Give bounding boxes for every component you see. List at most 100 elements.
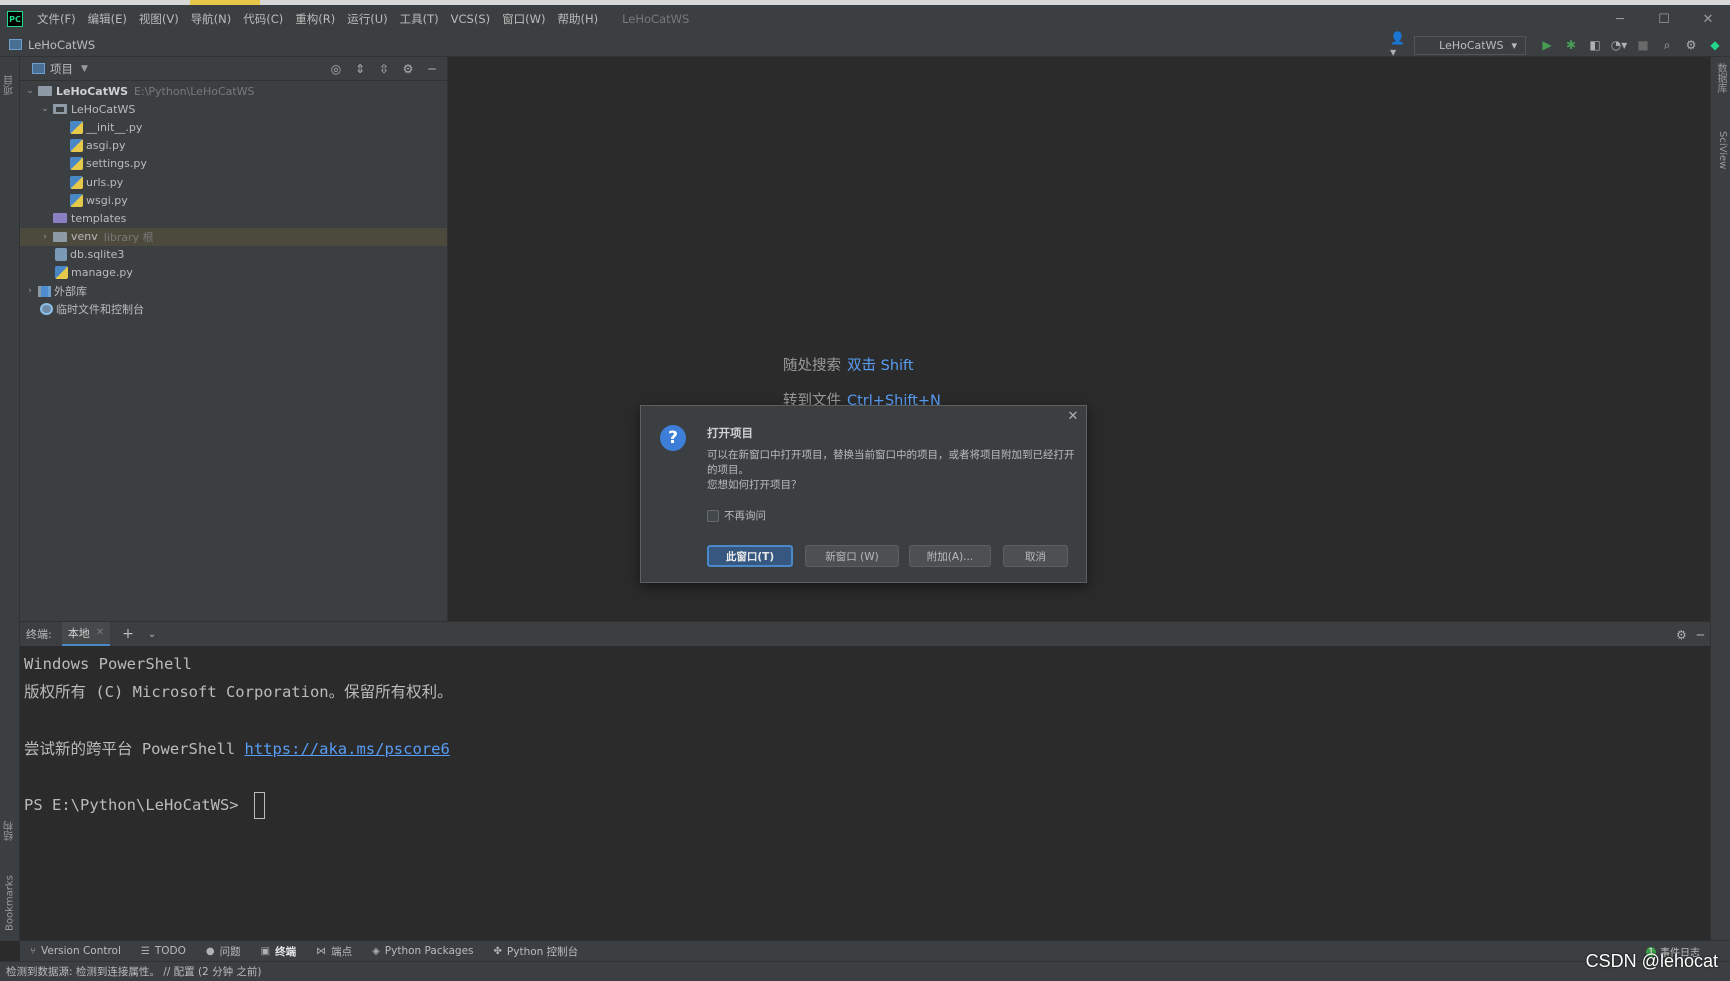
chevron-right-icon[interactable]: ›: [39, 232, 51, 242]
terminal-cursor: [253, 791, 265, 819]
menu-refactor[interactable]: 重构(R): [289, 11, 341, 27]
tree-item-path: E:\Python\LeHoCatWS: [134, 84, 255, 98]
todo-button[interactable]: ☰ TODO: [131, 945, 196, 957]
project-tool-button[interactable]: 项目: [2, 59, 18, 95]
chevron-down-icon[interactable]: ⌄: [24, 86, 36, 96]
chevron-down-icon[interactable]: ⌄: [148, 629, 156, 640]
tree-item-label: 外部库: [54, 285, 87, 299]
python-file-icon: [70, 157, 83, 171]
menu-tools[interactable]: 工具(T): [394, 11, 445, 27]
jetbrains-logo-icon[interactable]: ◆: [1706, 36, 1724, 54]
debug-icon[interactable]: ✱: [1562, 36, 1580, 54]
run-toolbar: 👤▾ LeHoCatWS ▾ ▶ ✱ ◧ ◔▾ ■ ⌕ ⚙ ◆: [1390, 31, 1724, 59]
tree-item-venv[interactable]: › venv library 根: [20, 227, 447, 246]
close-window-icon[interactable]: ✕: [1686, 5, 1730, 33]
run-config-select[interactable]: LeHoCatWS ▾: [1414, 35, 1526, 55]
tool-label: Python Packages: [384, 945, 474, 957]
stop-icon[interactable]: ■: [1634, 36, 1652, 54]
problems-button[interactable]: ● 问题: [196, 944, 251, 959]
coverage-icon[interactable]: ◧: [1586, 36, 1604, 54]
dont-ask-again-checkbox[interactable]: 不再询问: [707, 508, 766, 523]
menu-navigate[interactable]: 导航(N): [185, 11, 238, 27]
close-tab-icon[interactable]: ✕: [96, 627, 104, 638]
open-project-dialog: ✕ ? 打开项目 可以在新窗口中打开项目，替换当前窗口中的项目，或者将项目附加到…: [640, 405, 1087, 583]
tree-item-label: db.sqlite3: [70, 248, 125, 262]
menu-run[interactable]: 运行(U): [341, 11, 393, 27]
maximize-icon[interactable]: ☐: [1642, 5, 1686, 33]
chevron-down-icon[interactable]: ▼: [81, 64, 88, 74]
this-window-button[interactable]: 此窗口(T): [707, 545, 793, 567]
checkbox-box[interactable]: [707, 509, 719, 522]
tree-item-label: asgi.py: [86, 139, 126, 153]
hide-icon[interactable]: ─: [1697, 628, 1704, 642]
terminal-output[interactable]: Windows PowerShell 版权所有 (C) Microsoft Co…: [20, 646, 1710, 941]
minimize-icon[interactable]: ─: [1598, 5, 1642, 33]
tree-item-label: manage.py: [71, 266, 133, 280]
tree-item-file[interactable]: __init__.py: [20, 118, 447, 136]
tree-item-file[interactable]: db.sqlite3: [20, 246, 447, 264]
tab-local[interactable]: 本地 ✕: [61, 621, 111, 647]
collapse-all-icon[interactable]: ⇳: [375, 62, 393, 76]
settings-icon[interactable]: ⚙: [1682, 36, 1700, 54]
watermark: CSDN @lehocat: [1585, 951, 1718, 971]
add-icon[interactable]: +: [122, 626, 134, 642]
tree-item-file[interactable]: urls.py: [20, 173, 447, 191]
gear-icon[interactable]: ⚙: [399, 62, 417, 76]
tool-window-bar: ⑂ Version Control ☰ TODO ● 问题 ▣ 终端 ⋈ 端点 ◈ Pyth…: [20, 940, 1730, 961]
close-icon[interactable]: ✕: [1066, 410, 1080, 424]
bookmarks-tool-button[interactable]: Bookmarks: [2, 857, 18, 931]
locate-icon[interactable]: ◎: [327, 62, 345, 76]
structure-tool-button[interactable]: 结构: [2, 805, 18, 841]
tree-item-file[interactable]: manage.py: [20, 264, 447, 282]
tree-item-file[interactable]: wsgi.py: [20, 191, 447, 209]
menu-file[interactable]: 文件(F): [31, 11, 82, 27]
attach-button[interactable]: 附加(A)...: [909, 545, 991, 567]
tree-item-file[interactable]: settings.py: [20, 155, 447, 173]
tree-item-external-libraries[interactable]: › 外部库: [20, 282, 447, 300]
status-message[interactable]: 检测到数据源: 检测到连接属性。 // 配置 (2 分钟 之前): [6, 964, 262, 979]
tree-item-root[interactable]: ⌄ LeHoCatWS E:\Python\LeHoCatWS: [20, 82, 447, 100]
user-icon[interactable]: 👤▾: [1390, 31, 1408, 59]
terminal-prompt: PS E:\Python\LeHoCatWS>: [24, 795, 248, 814]
question-icon: ?: [660, 425, 686, 451]
hide-icon[interactable]: ─: [423, 62, 441, 76]
version-control-button[interactable]: ⑂ Version Control: [20, 945, 131, 957]
status-bar: 检测到数据源: 检测到连接属性。 // 配置 (2 分钟 之前): [0, 961, 1730, 981]
menu-view[interactable]: 视图(V): [133, 11, 185, 27]
python-console-button[interactable]: ✤ Python 控制台: [484, 944, 589, 959]
menu-window[interactable]: 窗口(W): [496, 11, 551, 27]
profile-icon[interactable]: ◔▾: [1610, 36, 1628, 54]
menu-edit[interactable]: 编辑(E): [82, 11, 133, 27]
dialog-message-text: 可以在新窗口中打开项目，替换当前窗口中的项目，或者将项目附加到已经打开的项目。: [707, 449, 1075, 476]
terminal-button[interactable]: ▣ 终端: [251, 944, 306, 959]
search-icon[interactable]: ⌕: [1658, 36, 1676, 54]
scratches-icon: [40, 303, 53, 316]
run-icon[interactable]: ▶: [1538, 36, 1556, 54]
breadcrumb-project[interactable]: LeHoCatWS: [28, 38, 95, 52]
menu-help[interactable]: 帮助(H): [551, 11, 604, 27]
sciview-tool-button[interactable]: SciView: [1714, 131, 1728, 169]
tool-label: Python 控制台: [506, 945, 579, 958]
pscore-link[interactable]: https://aka.ms/pscore6: [244, 740, 449, 758]
expand-all-icon[interactable]: ⇕: [351, 62, 369, 76]
menu-code[interactable]: 代码(C): [237, 11, 289, 27]
chevron-down-icon[interactable]: ⌄: [39, 104, 51, 114]
search-everywhere-hint: 随处搜索 双击 Shift: [783, 354, 914, 375]
tree-item-file[interactable]: asgi.py: [20, 137, 447, 155]
gear-icon[interactable]: ⚙: [1676, 628, 1687, 642]
tree-item-scratches[interactable]: 临时文件和控制台: [20, 300, 447, 318]
project-panel-header: 项目 ▼ ◎ ⇕ ⇳ ⚙ ─: [20, 57, 447, 81]
templates-folder-icon: [53, 213, 67, 224]
tree-item-templates[interactable]: templates: [20, 209, 447, 227]
database-tool-button[interactable]: 数据库: [1714, 63, 1728, 93]
menu-vcs[interactable]: VCS(S): [445, 12, 496, 26]
python-packages-button[interactable]: ◈ Python Packages: [362, 945, 483, 957]
project-panel: 项目 ▼ ◎ ⇕ ⇳ ⚙ ─ ⌄ LeHoCatWS E:\Python\LeH…: [20, 57, 448, 621]
project-panel-title[interactable]: 项目: [50, 61, 73, 77]
chevron-right-icon[interactable]: ›: [24, 286, 36, 296]
endpoints-button[interactable]: ⋈ 端点: [306, 944, 362, 959]
tree-item-package[interactable]: ⌄ LeHoCatWS: [20, 100, 447, 118]
new-window-button[interactable]: 新窗口 (W): [805, 545, 899, 567]
cancel-button[interactable]: 取消: [1003, 545, 1068, 567]
hint-label: 随处搜索: [783, 358, 841, 374]
